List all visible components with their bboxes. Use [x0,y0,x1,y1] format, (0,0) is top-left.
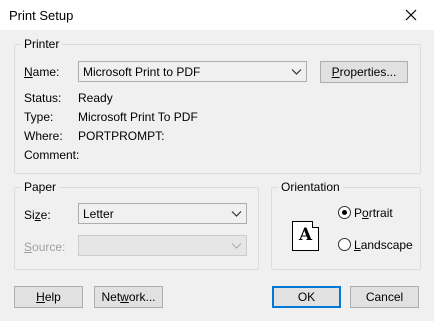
paper-size-dropdown[interactable]: Letter [78,203,247,224]
type-label: Type: [24,110,54,124]
portrait-radio[interactable] [338,206,351,219]
where-label: Where: [24,129,63,143]
comment-label: Comment: [24,148,80,162]
printer-name-dropdown[interactable]: Microsoft Print to PDF [78,61,307,82]
chevron-down-icon [231,243,242,249]
ok-button[interactable]: OK [272,286,341,308]
paper-group: Paper [14,180,259,270]
title-bar: Print Setup [0,0,434,30]
type-value: Microsoft Print To PDF [78,110,198,124]
radio-selected-dot [342,210,347,215]
print-setup-dialog: Print Setup Printer Name: Microsoft Prin… [0,0,434,321]
orientation-group-label: Orientation [278,180,343,194]
source-label: Source: [24,240,66,254]
window-title: Print Setup [9,8,74,23]
size-label: Size: [24,208,51,222]
chevron-down-icon [231,211,242,217]
chevron-down-icon [291,69,302,75]
status-label: Status: [24,91,62,105]
properties-button[interactable]: Properties... [320,61,408,83]
help-button[interactable]: Help [14,286,83,308]
close-button[interactable] [388,0,434,30]
close-icon [405,9,417,21]
paper-source-dropdown[interactable] [78,235,247,256]
printer-name-value: Microsoft Print to PDF [83,64,201,79]
network-button[interactable]: Net w ork... [94,286,163,308]
portrait-label[interactable]: Portrait [354,206,393,220]
landscape-label[interactable]: Landscape [354,238,413,252]
name-label: Name: [24,65,60,79]
status-value: Ready [78,91,113,105]
printer-group-label: Printer [21,37,63,51]
where-value: PORTPROMPT: [78,129,165,143]
cancel-button[interactable]: Cancel [350,286,419,308]
paper-size-value: Letter [83,206,114,221]
paper-group-label: Paper [21,180,60,194]
portrait-paper-icon: A [292,221,319,251]
landscape-radio[interactable] [338,238,351,251]
